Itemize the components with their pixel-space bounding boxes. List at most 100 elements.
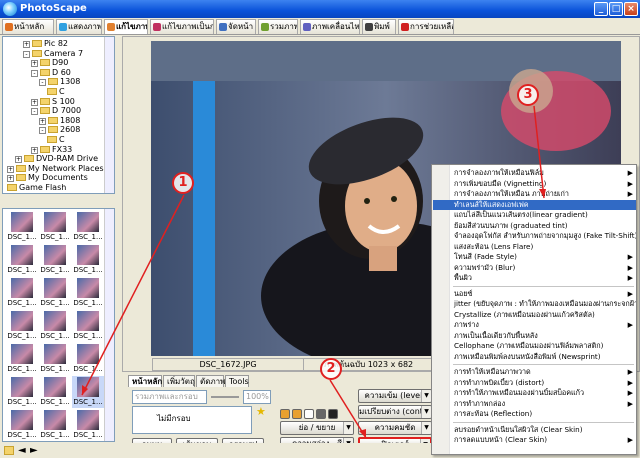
menu-item[interactable]: แถบไล่สีเป็นแนวเส้นตรง(linear gradient) bbox=[451, 210, 636, 220]
flip-horizontal-icon[interactable] bbox=[304, 409, 314, 419]
menu-item[interactable]: ย้อมสีส่วนบนภาพ (graduated tint) bbox=[451, 221, 636, 231]
menu-item[interactable]: แสงสะท้อน (Lens Flare) bbox=[451, 242, 636, 252]
thumbnail-item[interactable]: DSC_1... bbox=[72, 409, 104, 441]
menu-item[interactable]: การทำให้เหมือนภาพวาด ▶ bbox=[451, 367, 636, 377]
menu-item[interactable]: jitter (ขยับจุดภาพ : ทำให้ภาพมองเหมือนมอ… bbox=[451, 299, 636, 309]
thumbnail-item[interactable]: DSC_1... bbox=[6, 310, 38, 342]
menu-item[interactable]: การจำลองภาพให้เหมือนฟิล์ม ▶ bbox=[451, 168, 636, 178]
menu-item[interactable]: นอยซ์ ▶ bbox=[451, 289, 636, 299]
frame-merge-combo[interactable]: รวมภาพเเละกรอบ bbox=[132, 390, 207, 404]
tree-node[interactable]: C bbox=[47, 135, 65, 145]
maximize-button[interactable]: □ bbox=[609, 2, 623, 16]
thumbnail-item[interactable]: DSC_1... bbox=[72, 211, 104, 243]
thumbnail-item[interactable]: DSC_1... bbox=[39, 310, 71, 342]
collapse-icon[interactable]: - bbox=[31, 69, 38, 77]
thumbnail-item[interactable]: DSC_1... bbox=[39, 343, 71, 375]
tab-4[interactable]: แก้ไขภาพเป็นกลุ่ม bbox=[150, 19, 214, 34]
thumbnail-item[interactable]: DSC_1... bbox=[72, 310, 104, 342]
thumbnail-item[interactable]: DSC_1... bbox=[6, 376, 38, 408]
menu-item[interactable]: ทำเลนส์ให้แสดงเอฟเฟค bbox=[433, 199, 636, 210]
thumbnail-item[interactable]: DSC_1... bbox=[39, 211, 71, 243]
tree-node[interactable]: + DVD-RAM Drive bbox=[15, 154, 98, 164]
menu-item[interactable]: ภาพเหมือนพิมพ์ลงบนหนังสือพิมพ์ (Newsprin… bbox=[451, 352, 636, 362]
menu-item[interactable]: จำลองอุดโฟกัส สำหรับภาพถ่ายจากมุมสูง (Fa… bbox=[451, 231, 636, 241]
level-button[interactable]: ความเข้ม (level) ▼ bbox=[358, 389, 432, 403]
menu-item[interactable]: การสะท้อน (Reflection) bbox=[451, 409, 636, 419]
tab-7[interactable]: ภาพเคลื่อนไหว bbox=[300, 19, 360, 34]
menu-item[interactable]: พื้นผิว ▶ bbox=[451, 273, 636, 283]
menu-item[interactable]: ความพร่ามัว (Blur) ▶ bbox=[451, 263, 636, 273]
rotate-left-icon[interactable] bbox=[280, 409, 290, 419]
thumbnail-item[interactable]: DSC_1... bbox=[39, 244, 71, 276]
menu-item[interactable]: การทำภาพบิดเบี้ยว (distort) ▶ bbox=[451, 378, 636, 388]
contrast-button[interactable]: มเปรียบต่าง (contra ▼ bbox=[358, 405, 432, 419]
thumbnail-item[interactable]: DSC_1... bbox=[6, 277, 38, 309]
rotate-right-icon[interactable] bbox=[292, 409, 302, 419]
tree-node[interactable]: - D 60 bbox=[31, 68, 71, 78]
tree-node[interactable]: + S 100 bbox=[31, 97, 75, 107]
expand-icon[interactable]: + bbox=[31, 60, 38, 68]
menu-item[interactable]: ภาพร่าง ▶ bbox=[451, 320, 636, 330]
tab-2[interactable]: แสดงภาพ bbox=[56, 19, 102, 34]
expand-icon[interactable]: + bbox=[31, 98, 38, 106]
thumbnail-item[interactable]: DSC_1... bbox=[39, 277, 71, 309]
menu-item[interactable]: การเพิ่มขอบมืด (Vignetting) ▶ bbox=[451, 179, 636, 189]
expand-icon[interactable]: + bbox=[7, 165, 14, 173]
editor-tab[interactable]: เพิ่มวัตถุ bbox=[163, 375, 195, 387]
thumbnail-item[interactable]: DSC_1... bbox=[72, 277, 104, 309]
star-icon[interactable]: ★ bbox=[256, 405, 266, 418]
tree-node[interactable]: + My Documents bbox=[7, 173, 88, 183]
thumbnail-scrollbar[interactable] bbox=[104, 209, 114, 441]
menu-item[interactable]: โทนสี (Fade Style) ▶ bbox=[451, 252, 636, 262]
tree-node[interactable]: - 1308 bbox=[39, 77, 80, 87]
resize-button[interactable]: ย่อ / ขยาย ▼ bbox=[280, 421, 354, 435]
grayscale-icon[interactable] bbox=[328, 409, 338, 419]
menu-item[interactable]: การทำภาพกล่อง ▶ bbox=[451, 399, 636, 409]
zoom-slider[interactable] bbox=[211, 396, 239, 398]
thumbnail-item[interactable]: DSC_1... bbox=[6, 211, 38, 243]
expand-icon[interactable]: + bbox=[15, 156, 22, 164]
tree-node[interactable]: + Pic 82 bbox=[23, 39, 68, 49]
tree-node[interactable]: + FX33 bbox=[31, 145, 72, 155]
expand-icon[interactable]: + bbox=[23, 41, 30, 48]
menu-item[interactable]: การจำลองภาพให้เหมือน ภาพถ่ายเก่า ▶ bbox=[451, 189, 636, 199]
collapse-icon[interactable]: - bbox=[23, 50, 30, 58]
collapse-icon[interactable]: - bbox=[31, 108, 38, 116]
thumbnail-item[interactable]: DSC_1... bbox=[72, 343, 104, 375]
thumbnail-item[interactable]: DSC_1... bbox=[6, 244, 38, 276]
forward-arrow-icon[interactable]: ► bbox=[30, 445, 38, 456]
expand-icon[interactable]: + bbox=[7, 175, 14, 183]
collapse-icon[interactable]: - bbox=[39, 127, 46, 135]
tree-node[interactable]: Game Flash bbox=[7, 183, 66, 193]
back-arrow-icon[interactable]: ◄ bbox=[18, 445, 26, 456]
menu-item[interactable]: ลบรอยดำหน้าเนียนใสผิวใส (Clear Skin) bbox=[451, 425, 636, 435]
thumbnail-item[interactable]: DSC_1... bbox=[72, 376, 104, 408]
thumbnail-item[interactable]: DSC_1... bbox=[39, 376, 71, 408]
tree-node[interactable]: - 2608 bbox=[39, 125, 80, 135]
thumbnail-item[interactable]: DSC_1... bbox=[72, 244, 104, 276]
thumbnail-item[interactable]: DSC_1... bbox=[39, 409, 71, 441]
tree-node[interactable]: +1808 bbox=[39, 116, 80, 126]
tab-9[interactable]: การช่วยเหลือ bbox=[398, 19, 454, 34]
menu-item[interactable]: ภาพเป็นเนื้อเดียวกับพื้นหลัง bbox=[451, 331, 636, 341]
minimize-button[interactable]: _ bbox=[594, 2, 608, 16]
collapse-icon[interactable]: - bbox=[39, 79, 46, 87]
tree-scrollbar[interactable] bbox=[104, 37, 114, 193]
frame-select[interactable]: ไม่มีกรอบ bbox=[132, 406, 252, 434]
expand-icon[interactable]: + bbox=[31, 146, 38, 154]
flip-vertical-icon[interactable] bbox=[316, 409, 326, 419]
tree-node[interactable]: - D 7000 bbox=[31, 106, 81, 116]
tab-3[interactable]: แก้ไขภาพ bbox=[104, 19, 148, 34]
sharpen-button[interactable]: ความคมชัด ▼ bbox=[358, 421, 432, 435]
tab-5[interactable]: จัดหน้า bbox=[216, 19, 256, 34]
tree-node[interactable]: C bbox=[47, 87, 65, 97]
tab-8[interactable]: พิมพ์ bbox=[362, 19, 396, 34]
tree-node[interactable]: + D90 bbox=[31, 58, 68, 68]
tree-node[interactable]: - Camera 7 bbox=[23, 49, 83, 59]
editor-tab[interactable]: หน้าหลัก bbox=[128, 375, 162, 387]
menu-item[interactable]: การทำให้ภาพเหมือนมองผ่านบิ้มสบ็อคแก้ว ▶ bbox=[451, 388, 636, 398]
editor-tab[interactable]: ตัดภาพ bbox=[196, 375, 225, 387]
close-button[interactable]: × bbox=[624, 2, 638, 16]
menu-item[interactable]: Cellophane (ภาพเหมือนมองผ่านฟิล์มพลาสติก… bbox=[451, 341, 636, 351]
expand-icon[interactable]: + bbox=[39, 117, 46, 125]
